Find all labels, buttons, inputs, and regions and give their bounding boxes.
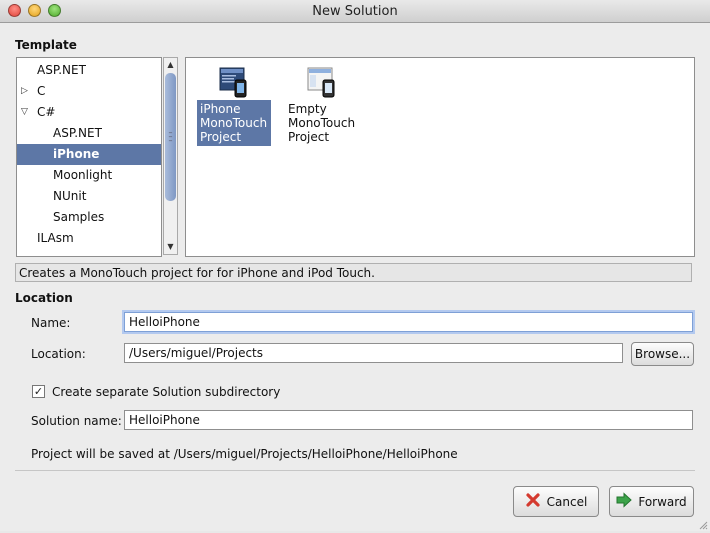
- template-category-tree[interactable]: ASP.NET ▷ C ▽ C# ASP.NET iPhone Moonligh…: [16, 57, 162, 257]
- scroll-up-arrow-icon[interactable]: ▲: [164, 58, 177, 72]
- location-label: Location:: [31, 347, 86, 361]
- location-input[interactable]: [124, 343, 623, 363]
- scroll-thumb[interactable]: – – –: [165, 73, 176, 201]
- forward-label: Forward: [638, 494, 687, 509]
- scroll-down-arrow-icon[interactable]: ▼: [164, 240, 177, 254]
- browse-button[interactable]: Browse...: [631, 342, 694, 366]
- location-heading: Location: [15, 291, 73, 305]
- template-empty-monotouch-project[interactable]: Empty MonoTouch Project: [285, 66, 359, 146]
- separator: [15, 470, 695, 471]
- tree-item-samples[interactable]: Samples: [17, 207, 161, 228]
- tree-item-iphone[interactable]: iPhone: [17, 144, 161, 165]
- window-title: New Solution: [312, 4, 398, 19]
- tree-item-label: Samples: [53, 210, 105, 224]
- save-path-text: Project will be saved at /Users/miguel/P…: [31, 447, 458, 461]
- solution-name-input[interactable]: [124, 410, 693, 430]
- collapse-arrow-icon[interactable]: ▽: [21, 102, 28, 123]
- cancel-button[interactable]: Cancel: [513, 486, 599, 517]
- template-heading: Template: [15, 38, 77, 52]
- new-solution-window: New Solution Template ASP.NET ▷ C ▽ C# A…: [0, 0, 710, 531]
- name-input[interactable]: [124, 312, 693, 332]
- tree-item-moonlight[interactable]: Moonlight: [17, 165, 161, 186]
- tree-item-c[interactable]: ▷ C: [17, 81, 161, 102]
- template-icon-view[interactable]: iPhone MonoTouch Project Empty MonoTouch…: [185, 57, 695, 257]
- grip-icon: – – –: [168, 128, 173, 145]
- forward-button[interactable]: Forward: [609, 486, 694, 517]
- tree-item-label: NUnit: [53, 189, 87, 203]
- tree-scrollbar[interactable]: ▲ – – – ▼: [163, 57, 178, 255]
- expand-arrow-icon[interactable]: ▷: [21, 81, 28, 102]
- template-description: Creates a MonoTouch project for for iPho…: [15, 263, 692, 282]
- checkbox-label[interactable]: Create separate Solution subdirectory: [52, 385, 280, 399]
- tree-item-nunit[interactable]: NUnit: [17, 186, 161, 207]
- empty-project-icon: [307, 66, 337, 98]
- tree-item-label: ASP.NET: [37, 63, 86, 77]
- template-iphone-monotouch-project[interactable]: iPhone MonoTouch Project: [197, 66, 271, 146]
- name-label: Name:: [31, 316, 71, 330]
- tree-item-label: C#: [37, 105, 56, 119]
- resize-grip-icon[interactable]: [698, 519, 708, 530]
- tree-item-label: iPhone: [53, 147, 100, 161]
- tree-item-csharp[interactable]: ▽ C#: [17, 102, 161, 123]
- tree-item-label: ASP.NET: [53, 126, 102, 140]
- tree-item-aspnet[interactable]: ASP.NET: [17, 60, 161, 81]
- solution-name-label: Solution name:: [31, 414, 122, 428]
- tree-item-label: Moonlight: [53, 168, 113, 182]
- iphone-project-icon: [219, 66, 249, 98]
- title-bar: New Solution: [0, 0, 710, 23]
- tree-item-label: ILAsm: [37, 231, 74, 245]
- tree-item-csharp-aspnet[interactable]: ASP.NET: [17, 123, 161, 144]
- separate-subdirectory-checkbox[interactable]: ✓: [32, 385, 45, 398]
- template-caption: Empty MonoTouch Project: [288, 102, 356, 144]
- forward-arrow-icon: [616, 492, 633, 511]
- tree-item-label: C: [37, 84, 46, 98]
- cancel-label: Cancel: [546, 494, 588, 509]
- cancel-x-icon: [525, 492, 541, 511]
- template-caption: iPhone MonoTouch Project: [197, 100, 271, 146]
- tree-item-ilasm[interactable]: ILAsm: [17, 228, 161, 249]
